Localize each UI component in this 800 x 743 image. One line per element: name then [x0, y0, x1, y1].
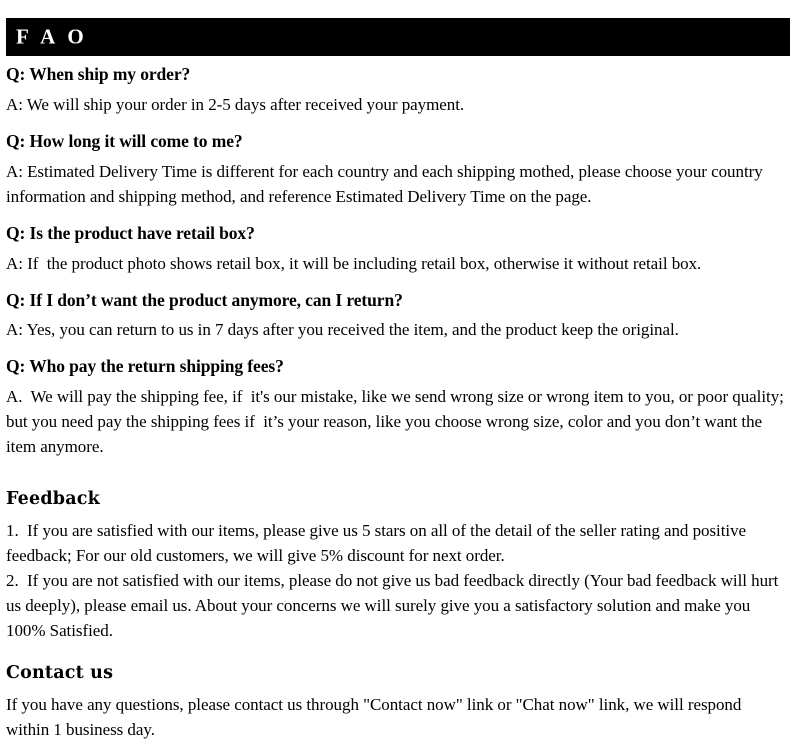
faq-answer: A. We will pay the shipping fee, if it's…: [6, 387, 789, 457]
contact-section: Contact us If you have any questions, pl…: [6, 663, 788, 743]
faq-title-text: F A O: [16, 24, 88, 49]
feedback-heading: Feedback: [6, 489, 100, 510]
faq-question: Q: If I don’t want the product anymore, …: [6, 289, 403, 310]
faq-document-page: F A O Q: When ship my order? A: We will …: [0, 0, 800, 739]
feedback-section: Feedback 1. If you are satisfied with ou…: [6, 489, 788, 644]
faq-answer: A: If the product photo shows retail box…: [6, 253, 702, 273]
faq-item: Q: If I don’t want the product anymore, …: [6, 290, 788, 344]
faq-item: Q: Who pay the return shipping fees? A. …: [6, 356, 788, 460]
faq-question: Q: When ship my order?: [6, 64, 191, 84]
faq-question: Q: Who pay the return shipping fees?: [6, 356, 284, 377]
faq-item: Q: How long it will come to me? A: Estim…: [6, 131, 788, 210]
feedback-paragraph: 1. If you are satisfied with our items, …: [6, 521, 751, 566]
faq-answer: A: Yes, you can return to us in 7 days a…: [6, 320, 679, 340]
feedback-paragraph: 2. If you are not satisfied with our ite…: [6, 571, 783, 641]
faq-question: Q: How long it will come to me?: [6, 130, 243, 151]
contact-heading: Contact us: [6, 663, 114, 684]
faq-answer: A: We will ship your order in 2-5 days a…: [6, 94, 465, 114]
faq-content: Q: When ship my order? A: We will ship y…: [6, 64, 788, 743]
faq-answer: A: Estimated Delivery Time is different …: [6, 161, 767, 206]
contact-paragraph: If you have any questions, please contac…: [6, 695, 746, 740]
faq-item: Q: When ship my order? A: We will ship y…: [6, 64, 788, 118]
faq-title-banner: F A O: [6, 18, 790, 56]
faq-item: Q: Is the product have retail box? A: If…: [6, 223, 788, 277]
faq-question: Q: Is the product have retail box?: [6, 222, 255, 243]
